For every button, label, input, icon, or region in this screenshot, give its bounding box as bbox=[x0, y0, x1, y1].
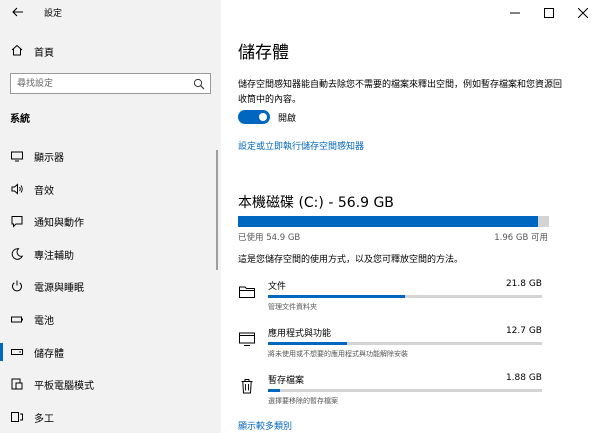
minimize-icon bbox=[510, 12, 520, 14]
category-bar-fill bbox=[268, 389, 281, 392]
sidebar-item-home[interactable]: 首頁 bbox=[0, 40, 221, 62]
window-controls bbox=[498, 0, 600, 26]
maximize-button[interactable] bbox=[532, 0, 566, 26]
sidebar-item-label: 儲存體 bbox=[34, 348, 64, 360]
apps-icon bbox=[239, 332, 255, 346]
sidebar-item-label: 通知與動作 bbox=[34, 218, 84, 230]
category-size: 12.7 GB bbox=[505, 326, 542, 336]
sidebar-item-power-sleep[interactable]: 電源與睡眠 bbox=[0, 270, 221, 303]
title-bar: 設定 bbox=[0, 0, 221, 26]
category-temporary-files[interactable]: 暫存檔案 1.88 GB 選擇要移除的暫存檔案 bbox=[238, 373, 549, 413]
category-bar bbox=[268, 389, 542, 392]
close-icon bbox=[578, 8, 588, 18]
sidebar-item-battery[interactable]: 電池 bbox=[0, 303, 221, 336]
power-icon bbox=[12, 280, 22, 292]
category-apps-features[interactable]: 應用程式與功能 12.7 GB 將未使用或不想要的應用程式與功能解除安裝 bbox=[238, 326, 549, 366]
configure-storage-sense-link[interactable]: 設定或立即執行儲存空間感知器 bbox=[238, 139, 364, 152]
show-more-categories-link[interactable]: 顯示較多類別 bbox=[238, 419, 292, 432]
category-name: 暫存檔案 bbox=[268, 376, 305, 386]
app-title: 設定 bbox=[44, 9, 63, 19]
trash-icon bbox=[241, 379, 253, 394]
category-bar-fill bbox=[268, 342, 348, 345]
battery-icon bbox=[11, 316, 23, 323]
speaker-icon bbox=[11, 183, 23, 195]
category-size: 21.8 GB bbox=[505, 279, 542, 289]
drive-usage-fill bbox=[238, 216, 539, 227]
sidebar-item-label: 電池 bbox=[34, 315, 54, 327]
category-name: 文件 bbox=[268, 282, 287, 292]
back-arrow-icon bbox=[12, 7, 23, 17]
category-size: 1.88 GB bbox=[505, 373, 542, 383]
category-documents[interactable]: 文件 21.8 GB 管理文件資料夾 bbox=[238, 279, 549, 319]
category-subtitle: 選擇要移除的暫存檔案 bbox=[268, 397, 338, 405]
used-space-label: 已使用 54.9 GB bbox=[238, 233, 301, 243]
folder-icon bbox=[239, 286, 255, 298]
moon-icon bbox=[11, 248, 24, 260]
category-name: 應用程式與功能 bbox=[268, 329, 332, 339]
sidebar-item-label: 多工 bbox=[34, 413, 54, 425]
tablet-icon bbox=[11, 378, 23, 390]
back-button[interactable] bbox=[8, 3, 28, 21]
storage-icon bbox=[11, 348, 23, 355]
sidebar-item-multitasking[interactable]: 多工 bbox=[0, 401, 221, 433]
sidebar-item-tablet-mode[interactable]: 平板電腦模式 bbox=[0, 368, 221, 401]
category-bar-fill bbox=[268, 295, 405, 298]
home-icon bbox=[11, 44, 23, 56]
search-box[interactable] bbox=[10, 73, 211, 94]
category-subtitle: 管理文件資料夾 bbox=[268, 303, 317, 311]
sidebar-item-label: 專注輔助 bbox=[34, 250, 74, 262]
category-bar bbox=[268, 342, 542, 345]
sidebar-item-label: 電源與睡眠 bbox=[34, 283, 84, 295]
sidebar-item-label: 音效 bbox=[34, 185, 54, 197]
sidebar-item-label: 首頁 bbox=[34, 48, 54, 59]
maximize-icon bbox=[544, 8, 554, 18]
sidebar-nav: 顯示器 音效 通知與動作 專注輔助 電源與睡眠 電池 儲存體 平板電腦模式 多工 bbox=[0, 140, 221, 433]
sidebar-item-label: 平板電腦模式 bbox=[34, 381, 94, 393]
section-title: 系統 bbox=[10, 114, 30, 125]
usage-description: 這是您儲存空間的使用方式，以及您可釋放空間的方法。 bbox=[238, 255, 464, 265]
sidebar: 設定 首頁 系統 顯示器 音效 bbox=[0, 0, 221, 433]
sidebar-item-storage[interactable]: 儲存體 bbox=[0, 336, 221, 369]
sidebar-item-focus-assist[interactable]: 專注輔助 bbox=[0, 238, 221, 271]
sidebar-item-notifications[interactable]: 通知與動作 bbox=[0, 205, 221, 238]
sidebar-item-sound[interactable]: 音效 bbox=[0, 173, 221, 206]
close-button[interactable] bbox=[566, 0, 600, 26]
category-subtitle: 將未使用或不想要的應用程式與功能解除安裝 bbox=[268, 350, 408, 358]
multitask-icon bbox=[11, 411, 23, 422]
sidebar-item-label: 顯示器 bbox=[34, 153, 64, 164]
sidebar-scrollbar[interactable] bbox=[216, 150, 218, 270]
category-bar bbox=[268, 295, 542, 298]
minimize-button[interactable] bbox=[498, 0, 532, 26]
storage-sense-toggle[interactable] bbox=[238, 110, 270, 124]
search-input[interactable] bbox=[11, 74, 186, 93]
drive-title: 本機磁碟 (C:) - 56.9 GB bbox=[238, 195, 394, 211]
toggle-label: 開啟 bbox=[278, 114, 297, 124]
storage-sense-description: 儲存空間感知器能自動去除您不需要的檔案來釋出空間，例如暫存檔案和您資源回收筒中的… bbox=[238, 80, 563, 105]
page-title: 儲存體 bbox=[238, 43, 289, 63]
search-icon[interactable] bbox=[193, 78, 205, 90]
free-space-label: 1.96 GB 可用 bbox=[494, 233, 548, 243]
monitor-icon bbox=[11, 151, 23, 162]
sidebar-item-display[interactable]: 顯示器 bbox=[0, 140, 221, 173]
drive-usage-bar[interactable] bbox=[238, 216, 549, 227]
notification-icon bbox=[11, 216, 23, 228]
